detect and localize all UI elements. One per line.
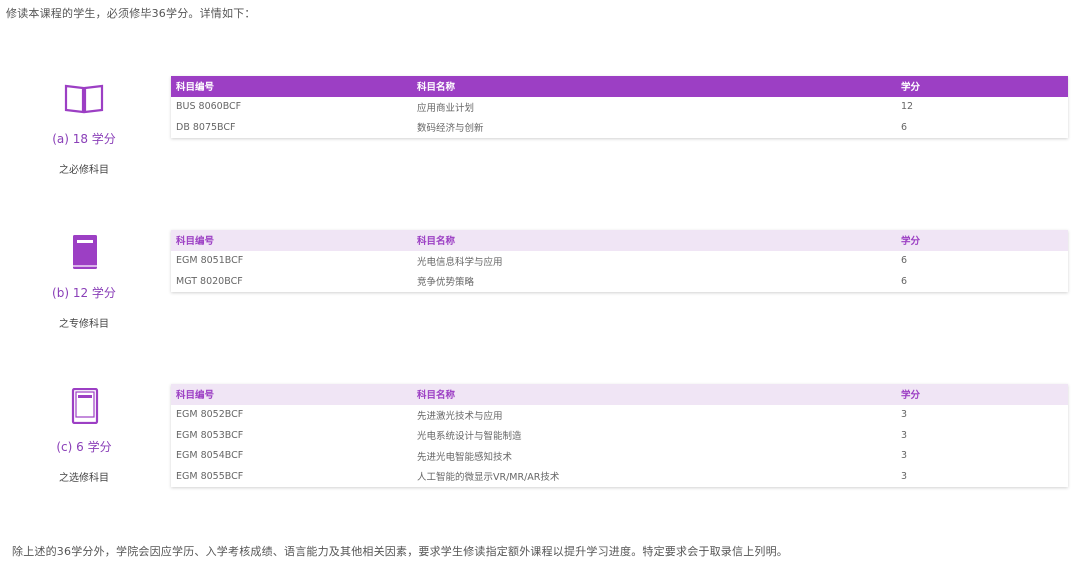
group-summary: (c) 6 学分 之选修科目	[40, 384, 128, 484]
header-code: 科目编号	[176, 82, 215, 94]
table-row: BUS 8060BCF 应用商业计划 12	[171, 97, 1068, 118]
course-code: MGT 8020BCF	[176, 275, 243, 287]
course-type-label: 之专修科目	[59, 319, 109, 330]
table-row: MGT 8020BCF 竞争优势策略 6	[171, 271, 1068, 292]
course-credit: 6	[901, 121, 908, 133]
outline-book-icon	[62, 387, 106, 428]
course-credit: 6	[901, 275, 908, 287]
header-code: 科目编号	[176, 390, 215, 402]
course-name: 竞争优势策略	[417, 277, 475, 289]
intro-text: 修读本课程的学生，必须修毕36学分。详情如下：	[6, 7, 256, 20]
course-name: 先进激光技术与应用	[417, 410, 503, 422]
open-book-icon	[62, 80, 106, 120]
header-name: 科目名称	[417, 82, 456, 94]
header-code: 科目编号	[176, 236, 215, 248]
filled-book-icon	[62, 234, 106, 274]
group-summary: (a) 18 学分 之必修科目	[40, 76, 128, 176]
course-credit: 3	[901, 429, 908, 441]
course-name: 光电系统设计与智能制造	[417, 431, 522, 443]
table-header: 科目编号 科目名称 学分	[171, 230, 1068, 251]
table-row: EGM 8055BCF 人工智能的微显示VR/MR/AR技术 3	[171, 466, 1068, 487]
course-table: 科目编号 科目名称 学分 BUS 8060BCF 应用商业计划 12 DB 80…	[171, 76, 1068, 138]
course-type-label: 之选修科目	[59, 473, 109, 484]
header-credit: 学分	[901, 82, 921, 94]
table-header: 科目编号 科目名称 学分	[171, 76, 1068, 97]
table-row: DB 8075BCF 数码经济与创新 6	[171, 117, 1068, 138]
course-credit: 3	[901, 470, 908, 482]
table-row: EGM 8052BCF 先进激光技术与应用 3	[171, 405, 1068, 426]
header-name: 科目名称	[417, 236, 456, 248]
course-code: EGM 8055BCF	[176, 470, 244, 482]
course-type-label: 之必修科目	[59, 165, 109, 176]
course-name: 应用商业计划	[417, 102, 475, 114]
course-name: 数码经济与创新	[417, 123, 484, 135]
course-credit: 12	[901, 101, 914, 113]
course-table: 科目编号 科目名称 学分 EGM 8052BCF 先进激光技术与应用 3 EGM…	[171, 384, 1068, 487]
table-header: 科目编号 科目名称 学分	[171, 384, 1068, 405]
header-credit: 学分	[901, 390, 921, 402]
course-code: EGM 8051BCF	[176, 255, 244, 267]
table-row: EGM 8054BCF 先进光电智能感知技术 3	[171, 446, 1068, 467]
group-summary: (b) 12 学分 之专修科目	[40, 230, 128, 330]
footer-note: 除上述的36学分外，学院会因应学历、入学考核成绩、语言能力及其他相关因素，要求学…	[12, 545, 788, 558]
header-credit: 学分	[901, 236, 921, 248]
credits-label: (a) 18 学分	[52, 132, 116, 146]
course-credit: 6	[901, 255, 908, 267]
course-credit: 3	[901, 450, 908, 462]
credits-label: (c) 6 学分	[56, 440, 112, 454]
table-row: EGM 8053BCF 光电系统设计与智能制造 3	[171, 425, 1068, 446]
header-name: 科目名称	[417, 390, 456, 402]
table-row: EGM 8051BCF 光电信息科学与应用 6	[171, 251, 1068, 272]
course-code: EGM 8053BCF	[176, 429, 244, 441]
course-name: 光电信息科学与应用	[417, 256, 503, 268]
course-credit: 3	[901, 409, 908, 421]
course-code: EGM 8054BCF	[176, 450, 244, 462]
course-code: BUS 8060BCF	[176, 101, 242, 113]
course-code: EGM 8052BCF	[176, 409, 244, 421]
course-code: DB 8075BCF	[176, 121, 236, 133]
course-name: 人工智能的微显示VR/MR/AR技术	[417, 472, 560, 484]
course-name: 先进光电智能感知技术	[417, 451, 513, 463]
course-table: 科目编号 科目名称 学分 EGM 8051BCF 光电信息科学与应用 6 MGT…	[171, 230, 1068, 292]
credits-label: (b) 12 学分	[52, 286, 116, 300]
